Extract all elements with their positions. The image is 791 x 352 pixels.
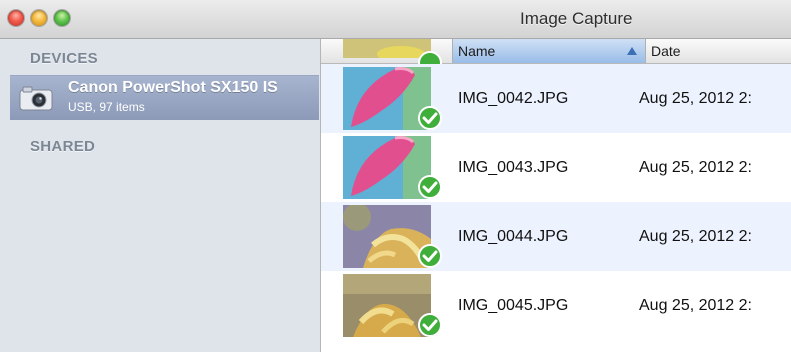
imported-check-icon [418, 175, 442, 199]
imported-check-icon [418, 106, 442, 130]
list-item[interactable]: IMG_0042.JPG Aug 25, 2012 2: [321, 64, 791, 133]
sidebar-item-camera[interactable]: Canon PowerShot SX150 IS USB, 97 items [10, 75, 319, 120]
file-date: Aug 25, 2012 2: [639, 228, 752, 245]
window-title: Image Capture [520, 9, 633, 28]
file-name: IMG_0043.JPG [458, 159, 569, 176]
minimize-button[interactable] [31, 10, 47, 26]
imported-check-icon [418, 244, 442, 268]
list-rows: IMG_0042.JPG Aug 25, 2012 2: IMG_0043.JP… [321, 39, 791, 352]
close-button[interactable] [8, 10, 24, 26]
file-date: Aug 25, 2012 2: [639, 297, 752, 314]
device-name: Canon PowerShot SX150 IS [68, 79, 278, 96]
devices-header: DEVICES [30, 50, 98, 67]
image-capture-window: Image Capture DEVICES Canon PowerShot SX… [0, 0, 791, 352]
sidebar: DEVICES Canon PowerShot SX150 IS USB, 97… [0, 39, 321, 352]
zoom-button[interactable] [54, 10, 70, 26]
file-name: IMG_0044.JPG [458, 228, 569, 245]
list-item[interactable]: IMG_0044.JPG Aug 25, 2012 2: [321, 202, 791, 271]
imported-check-icon [418, 313, 442, 337]
file-date: Aug 25, 2012 2: [639, 159, 752, 176]
list-item[interactable]: IMG_0045.JPG Aug 25, 2012 2: [321, 271, 791, 340]
camera-icon [19, 86, 53, 111]
shared-header: SHARED [30, 138, 96, 155]
file-date: Aug 25, 2012 2: [639, 90, 752, 107]
list-item-partial[interactable] [321, 39, 791, 75]
title-bar[interactable]: Image Capture [0, 0, 791, 39]
file-name: IMG_0042.JPG [458, 90, 569, 107]
file-name: IMG_0045.JPG [458, 297, 569, 314]
file-list: Name Date IMG_0042.JPG Aug 25, 2012 2: I… [321, 39, 791, 352]
device-subtitle: USB, 97 items [68, 100, 145, 114]
list-item[interactable]: IMG_0043.JPG Aug 25, 2012 2: [321, 133, 791, 202]
